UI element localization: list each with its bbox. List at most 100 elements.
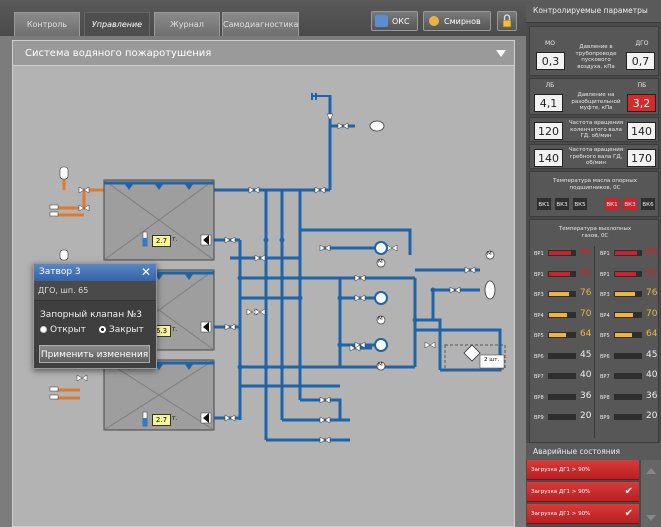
gas-sensor-name: ВР7 [600, 374, 610, 380]
dgo-label: ДГО [635, 40, 649, 47]
dialog-subtitle: ДГО, шп. 65 [34, 281, 156, 301]
air-pressure-cell: МО ДГО Давление в трубопроводе пускового… [529, 26, 659, 76]
gas-sensor-name: ВР1 [534, 251, 544, 257]
scroll-down-icon[interactable] [646, 515, 656, 521]
gas-value: 45 [646, 349, 658, 360]
scroll-up-icon[interactable] [646, 468, 656, 474]
dialog-heading: Запорный клапан №3 [40, 310, 143, 320]
gas-value: 20 [646, 411, 658, 421]
gas-level-bar [548, 414, 576, 420]
gas-level-bar [614, 393, 642, 400]
gas-sensor-name: ВР7 [534, 374, 544, 380]
oil-temperature-cell: Температура масла опорных подшипников, 0… [529, 171, 659, 217]
alarm-item[interactable]: Загрузка ДГ1 > 90% [527, 460, 639, 480]
alarms-scrollbar[interactable] [641, 460, 661, 527]
gas-level-bar [548, 311, 576, 318]
gas-level-bar [614, 311, 642, 318]
gas-value: 45 [580, 349, 592, 360]
check-icon[interactable]: ✔ [625, 482, 633, 502]
gas-sensor-name: ВР6 [534, 353, 544, 360]
divider [594, 246, 595, 438]
gas-value: 80 [580, 267, 592, 278]
equipment-count: 2 шт. [484, 357, 500, 363]
gas-value: 36 [580, 390, 592, 401]
gas-level-fill [615, 292, 635, 296]
dialog-title: Затвор 3 [39, 267, 81, 277]
radio-open-icon [40, 326, 47, 333]
gas-value: 86 [646, 247, 658, 257]
vk-left-1[interactable]: ВК1 [536, 197, 552, 211]
gas-sensor-name: ВР1 [600, 251, 610, 257]
lb-value: 4,1 [534, 94, 563, 112]
gas-level-fill [549, 251, 572, 255]
lb-label: ЛБ [545, 82, 555, 89]
tank-level-1: 2.7 [152, 235, 171, 247]
gas-sensor-name: ВР3 [534, 292, 544, 298]
radio-open[interactable]: Открыт [40, 325, 86, 335]
mo-label: МО [545, 40, 555, 47]
gas-value: 40 [646, 370, 658, 380]
gas-level-fill [549, 292, 569, 296]
dgo-value: 0,7 [626, 52, 655, 70]
motor-label-2: М [378, 316, 383, 322]
gas-value: 40 [580, 370, 592, 380]
gas-level-bar [614, 352, 642, 359]
alarm-item[interactable]: Загрузка ДГ1 > 90% ✔ [527, 482, 639, 502]
gas-level-fill [549, 312, 568, 317]
gas-level-bar [548, 270, 576, 277]
gas-level-bar [548, 250, 576, 256]
oil-temperature-label: Температура масла опорных подшипников, 0… [553, 178, 637, 191]
check-icon[interactable]: ✔ [625, 504, 633, 524]
gas-value: 76 [646, 288, 658, 298]
parameters-title: Контролируемые параметры [526, 0, 661, 23]
alarm-item[interactable]: Загрузка ДГ1 > 90% ✔ [527, 504, 639, 524]
gas-value: 64 [580, 329, 592, 339]
tank-unit-2: т. [172, 326, 178, 333]
crankshaft-speed-label: Частота вращения коленчатого вала ГД, об… [568, 120, 624, 139]
gas-sensor-name: ВР9 [600, 415, 610, 421]
apply-button[interactable]: Применить изменения [39, 345, 150, 363]
vk-left-2[interactable]: ВК3 [554, 197, 570, 211]
gas-level-bar [614, 414, 642, 420]
alarm-text: Загрузка ДГ1 > 90% [531, 467, 591, 473]
gas-level-fill [615, 312, 634, 317]
radio-open-label: Открыт [50, 325, 86, 335]
gas-level-bar [548, 373, 576, 379]
gas-sensor-name: ВР4 [600, 312, 610, 319]
close-icon[interactable]: ✕ [141, 264, 151, 281]
radio-closed-label: Закрыт [109, 325, 144, 335]
gas-sensor-name: ВР6 [600, 353, 610, 360]
gas-sensor-name: ВР8 [600, 394, 610, 401]
gas-value: 70 [646, 308, 658, 319]
gas-level-bar [614, 332, 642, 338]
gas-level-bar [614, 373, 642, 379]
radio-closed[interactable]: Закрыт [99, 325, 144, 335]
valve-state-group: Открыт Закрыт [40, 325, 156, 337]
valve-dialog: Затвор 3 ✕ ДГО, шп. 65 Запорный клапан №… [33, 263, 157, 369]
gas-value: 86 [580, 247, 592, 257]
radio-closed-icon [99, 326, 106, 333]
parameters-panel: Контролируемые параметры МО ДГО Давление… [526, 0, 661, 527]
propeller-speed-cell: Частота вращения гребного вала ГД, об/ми… [529, 144, 659, 169]
motor-label-1: М [378, 259, 383, 265]
vk-right-3[interactable]: ВК6 [640, 197, 656, 211]
vk-left-3[interactable]: ВК5 [572, 197, 588, 211]
alarms-title: Аварийные состояния [526, 443, 661, 460]
alarms-section: Аварийные состояния Загрузка ДГ1 > 90% З… [526, 443, 661, 527]
gas-level-fill [615, 251, 638, 255]
gas-level-bar [614, 270, 642, 277]
gas-sensor-name: ВР1 [534, 271, 544, 278]
gas-level-bar [614, 250, 642, 256]
vk-right-1[interactable]: ВК1 [604, 197, 620, 211]
gas-value: 80 [646, 267, 658, 278]
pb-label: ПБ [637, 82, 647, 89]
crankshaft-speed-cell: Частота вращения коленчатого вала ГД, об… [529, 117, 659, 142]
dialog-title-bar: Затвор 3 ✕ [34, 264, 156, 281]
crankshaft-left-value: 120 [534, 122, 563, 140]
alarm-text: Загрузка ДГ1 > 90% [531, 489, 591, 495]
gas-value: 36 [646, 390, 658, 401]
motor-label-3: М [378, 362, 383, 368]
vk-right-2[interactable]: ВК3 [622, 197, 638, 211]
gas-level-fill [615, 333, 632, 337]
alarm-text: Загрузка ДГ1 > 90% [531, 511, 591, 517]
